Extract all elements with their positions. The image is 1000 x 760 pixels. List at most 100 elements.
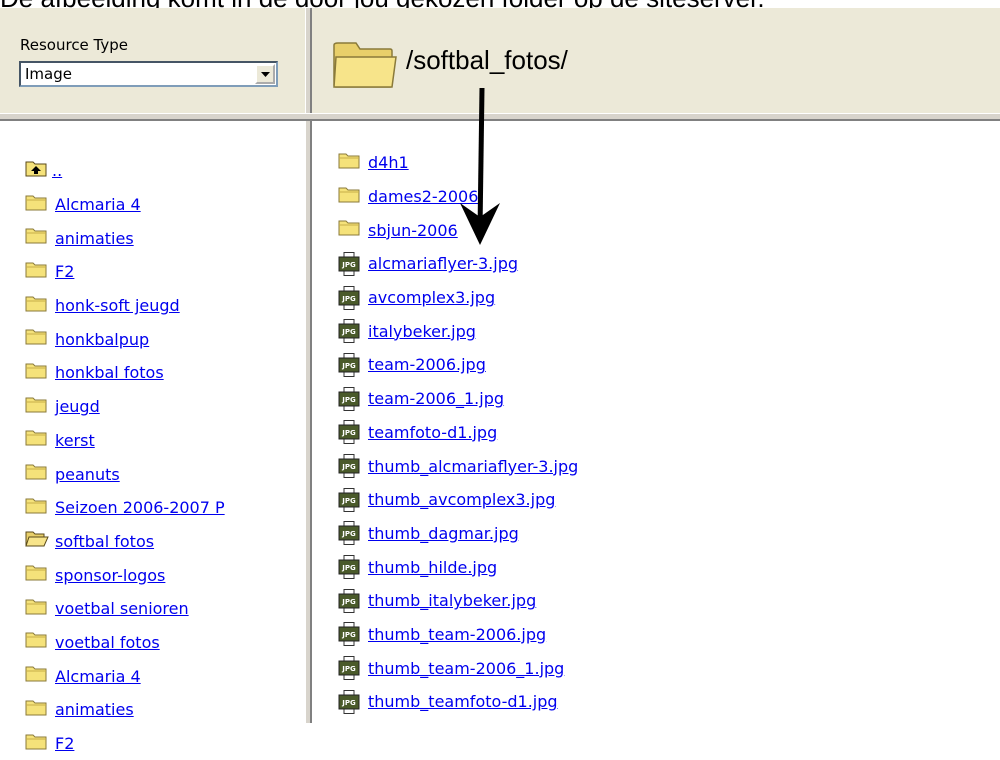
folder-icon[interactable] — [25, 630, 49, 654]
file-list-item[interactable]: JPG italybeker.jpg — [338, 314, 578, 348]
file-list-item[interactable]: JPG thumb_hilde.jpg — [338, 550, 578, 584]
folder-tree-link[interactable]: Alcmaria 4 — [55, 667, 141, 686]
file-list-link[interactable]: thumb_team-2006_1.jpg — [368, 659, 564, 678]
folder-tree-item[interactable]: voetbal senioren — [25, 592, 303, 626]
jpg-file-icon[interactable]: JPG — [338, 352, 362, 377]
folder-tree-link[interactable]: sponsor-logos — [55, 566, 165, 585]
folder-tree-link[interactable]: F2 — [55, 262, 74, 281]
folder-icon[interactable] — [25, 563, 49, 587]
jpg-file-icon[interactable]: JPG — [338, 285, 362, 310]
file-list-link[interactable]: thumb_alcmariaflyer-3.jpg — [368, 457, 578, 476]
folder-icon[interactable] — [25, 395, 49, 419]
folder-icon[interactable] — [25, 698, 49, 722]
folder-tree-item[interactable]: Alcmaria 4 — [25, 659, 303, 693]
file-list-link[interactable]: thumb_teamfoto-d1.jpg — [368, 692, 558, 711]
file-list-item[interactable]: JPG thumb_team-2006.jpg — [338, 618, 578, 652]
folder-tree-link[interactable]: Alcmaria 4 — [55, 195, 141, 214]
folder-icon[interactable] — [25, 260, 49, 284]
folder-tree-item[interactable]: animaties — [25, 221, 303, 255]
folder-open-icon[interactable] — [25, 529, 49, 553]
folder-icon[interactable] — [25, 361, 49, 385]
folder-icon[interactable] — [25, 462, 49, 486]
file-list-item[interactable]: JPG alcmariaflyer-3.jpg — [338, 247, 578, 281]
folder-tree-link[interactable]: honkbal fotos — [55, 363, 164, 382]
jpg-file-icon[interactable]: JPG — [338, 555, 362, 580]
folder-tree-link[interactable]: .. — [52, 161, 62, 180]
folder-tree-item[interactable]: honkbal fotos — [25, 356, 303, 390]
folder-tree-link[interactable]: softbal fotos — [55, 532, 154, 551]
folder-tree-item[interactable]: kerst — [25, 424, 303, 458]
file-list-link[interactable]: thumb_avcomplex3.jpg — [368, 490, 555, 509]
jpg-file-icon[interactable]: JPG — [338, 251, 362, 276]
file-list-item[interactable]: JPG thumb_team-2006_1.jpg — [338, 651, 578, 685]
file-list-item[interactable]: JPG thumb_dagmar.jpg — [338, 517, 578, 551]
file-list-link[interactable]: d4h1 — [368, 153, 409, 172]
folder-tree-item[interactable]: voetbal fotos — [25, 626, 303, 660]
folder-icon[interactable] — [25, 664, 49, 688]
file-list-item[interactable]: JPG thumb_italybeker.jpg — [338, 584, 578, 618]
jpg-file-icon[interactable]: JPG — [338, 454, 362, 479]
folder-tree-item[interactable]: F2 — [25, 727, 303, 760]
folder-icon[interactable] — [338, 185, 362, 209]
folder-icon[interactable] — [25, 294, 49, 318]
file-list-item[interactable]: JPG avcomplex3.jpg — [338, 281, 578, 315]
folder-tree-link[interactable]: honk-soft jeugd — [55, 296, 180, 315]
folder-tree-item[interactable]: animaties — [25, 693, 303, 727]
folder-up-icon[interactable] — [25, 159, 49, 183]
folder-tree-link[interactable]: animaties — [55, 700, 134, 719]
folder-icon[interactable] — [25, 193, 49, 217]
file-list-item[interactable]: JPG team-2006_1.jpg — [338, 382, 578, 416]
folder-tree-link[interactable]: honkbalpup — [55, 330, 149, 349]
folder-tree-item[interactable]: jeugd — [25, 390, 303, 424]
folder-tree-link[interactable]: Seizoen 2006-2007 P — [55, 498, 225, 517]
file-list-item[interactable]: JPG thumb_teamfoto-d1.jpg — [338, 685, 578, 719]
folder-tree-item[interactable]: .. — [25, 154, 303, 188]
jpg-file-icon[interactable]: JPG — [338, 622, 362, 647]
folder-icon[interactable] — [25, 428, 49, 452]
file-list-link[interactable]: italybeker.jpg — [368, 322, 476, 341]
folder-tree-item[interactable]: honkbalpup — [25, 322, 303, 356]
folder-tree-item[interactable]: Alcmaria 4 — [25, 188, 303, 222]
file-list-link[interactable]: alcmariaflyer-3.jpg — [368, 254, 518, 273]
folder-tree-link[interactable]: peanuts — [55, 465, 120, 484]
file-list-item[interactable]: JPG team-2006.jpg — [338, 348, 578, 382]
jpg-file-icon[interactable]: JPG — [338, 487, 362, 512]
folder-tree-link[interactable]: voetbal senioren — [55, 599, 189, 618]
file-list-link[interactable]: teamfoto-d1.jpg — [368, 423, 497, 442]
file-list-link[interactable]: thumb_italybeker.jpg — [368, 591, 536, 610]
folder-tree-link[interactable]: voetbal fotos — [55, 633, 160, 652]
folder-icon[interactable] — [25, 226, 49, 250]
jpg-file-icon[interactable]: JPG — [338, 319, 362, 344]
folder-tree-item[interactable]: Seizoen 2006-2007 P — [25, 491, 303, 525]
jpg-file-icon[interactable]: JPG — [338, 521, 362, 546]
folder-tree-link[interactable]: F2 — [55, 734, 74, 753]
file-list-item[interactable]: JPG thumb_avcomplex3.jpg — [338, 483, 578, 517]
folder-icon[interactable] — [338, 218, 362, 242]
file-list-link[interactable]: thumb_dagmar.jpg — [368, 524, 519, 543]
jpg-file-icon[interactable]: JPG — [338, 420, 362, 445]
folder-icon[interactable] — [25, 496, 49, 520]
resource-type-select[interactable]: Image — [19, 61, 278, 87]
folder-tree-item[interactable]: sponsor-logos — [25, 558, 303, 592]
folder-tree-link[interactable]: jeugd — [55, 397, 100, 416]
file-list-link[interactable]: thumb_team-2006.jpg — [368, 625, 546, 644]
file-list-item[interactable]: JPG teamfoto-d1.jpg — [338, 416, 578, 450]
folder-tree-item[interactable]: softbal fotos — [25, 525, 303, 559]
folder-tree-item[interactable]: peanuts — [25, 457, 303, 491]
folder-icon[interactable] — [25, 597, 49, 621]
file-list-link[interactable]: avcomplex3.jpg — [368, 288, 495, 307]
folder-tree-link[interactable]: animaties — [55, 229, 134, 248]
file-list-link[interactable]: team-2006.jpg — [368, 355, 486, 374]
jpg-file-icon[interactable]: JPG — [338, 386, 362, 411]
folder-icon[interactable] — [25, 732, 49, 756]
file-list-link[interactable]: thumb_hilde.jpg — [368, 558, 497, 577]
folder-icon[interactable] — [338, 151, 362, 175]
folder-icon[interactable] — [25, 327, 49, 351]
folder-tree-item[interactable]: honk-soft jeugd — [25, 289, 303, 323]
file-list-link[interactable]: team-2006_1.jpg — [368, 389, 504, 408]
jpg-file-icon[interactable]: JPG — [338, 689, 362, 714]
folder-tree-item[interactable]: F2 — [25, 255, 303, 289]
jpg-file-icon[interactable]: JPG — [338, 656, 362, 681]
jpg-file-icon[interactable]: JPG — [338, 588, 362, 613]
file-list-item[interactable]: JPG thumb_alcmariaflyer-3.jpg — [338, 449, 578, 483]
